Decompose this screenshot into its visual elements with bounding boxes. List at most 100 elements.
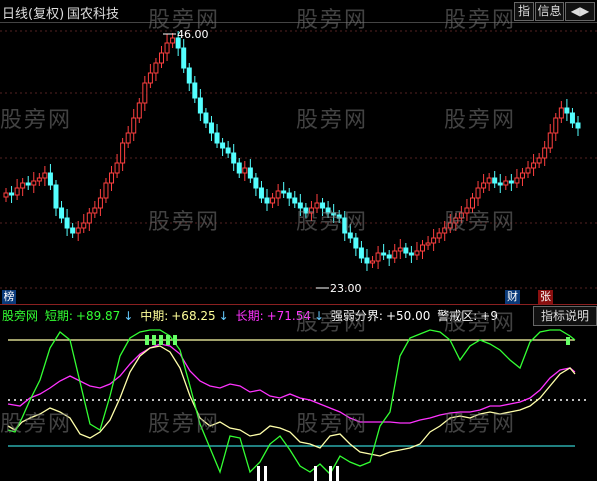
- candle-body: [25, 182, 31, 186]
- mid-term-label: 中期:: [140, 309, 169, 323]
- stock-name: 国农科技: [67, 7, 120, 22]
- candle-body: [3, 192, 9, 198]
- finance-badge[interactable]: 财: [505, 290, 520, 304]
- candle-body: [414, 250, 420, 256]
- down-arrow-icon: ↓: [218, 309, 229, 323]
- indicator-legend: 股旁网 短期: +89.87 ↓ 中期: +68.25 ↓ 长期: +71.54 ↓ 强弱分…: [2, 307, 501, 325]
- info-button[interactable]: 信息: [535, 2, 564, 21]
- candle-body: [536, 157, 542, 164]
- strength-divide-label: 强弱分界:: [330, 309, 383, 323]
- candle-body: [36, 177, 42, 182]
- candle-body: [503, 180, 509, 186]
- candle-body: [458, 212, 464, 219]
- candle-body: [181, 47, 187, 69]
- warning-zone-value: +9: [480, 309, 498, 323]
- candle-body: [486, 177, 492, 184]
- candle-body: [497, 182, 503, 186]
- candle-body: [314, 202, 320, 209]
- candle-body: [514, 177, 520, 184]
- candle-body: [347, 232, 353, 239]
- candle-body: [136, 102, 142, 119]
- candle-body: [408, 252, 414, 256]
- pane-divider[interactable]: [0, 304, 597, 305]
- candle-body: [525, 167, 531, 174]
- candle-body: [469, 197, 475, 209]
- candle-body: [403, 247, 409, 254]
- candle-body: [197, 97, 203, 114]
- candle-body: [436, 232, 442, 239]
- candle-body: [42, 172, 48, 179]
- candle-body: [142, 82, 148, 104]
- candle-body: [558, 107, 564, 119]
- candle-body: [431, 237, 437, 244]
- candle-body: [569, 112, 575, 124]
- long-term-label: 长期:: [235, 309, 264, 323]
- warning-zone-label: 警戒区:: [437, 309, 478, 323]
- candle-body: [192, 82, 198, 99]
- nav-arrows-button[interactable]: ◀▶: [565, 2, 595, 21]
- candle-body: [342, 217, 348, 234]
- candle-body: [286, 192, 292, 199]
- candle-body: [59, 207, 65, 219]
- candle-body: [331, 212, 337, 216]
- candle-body: [297, 202, 303, 209]
- low-signal-bars: [257, 466, 339, 481]
- candle-body: [170, 37, 176, 44]
- candle-body: [553, 117, 559, 134]
- candle-body: [92, 207, 98, 214]
- candle-body: [109, 172, 115, 184]
- candle-body: [253, 177, 259, 189]
- candle-body: [481, 182, 487, 189]
- candle-body: [208, 122, 214, 134]
- long-term-value: +71.54: [266, 309, 312, 323]
- price-chart[interactable]: 46.00 23.00: [0, 23, 597, 305]
- candle-body: [386, 254, 392, 259]
- candle-body: [103, 182, 109, 199]
- candle-body: [147, 72, 153, 84]
- long-term-line: [7, 343, 576, 424]
- candle-body: [397, 247, 403, 252]
- candle-body: [547, 132, 553, 149]
- candle-body: [153, 62, 159, 74]
- candle-body: [247, 167, 253, 179]
- candle-body: [214, 132, 220, 144]
- candle-body: [125, 132, 131, 144]
- candle-body: [542, 147, 548, 159]
- down-arrow-icon: ↓: [123, 309, 134, 323]
- candle-body: [258, 187, 264, 199]
- candle-body: [303, 207, 309, 214]
- down-arrow-icon: ↓: [314, 309, 325, 323]
- candle-body: [492, 177, 498, 184]
- indicator-chart[interactable]: [0, 326, 597, 481]
- candle-body: [158, 52, 164, 64]
- candle-body: [308, 207, 314, 214]
- candle-body: [220, 142, 226, 149]
- candle-body: [381, 252, 387, 256]
- limit-badge[interactable]: 张: [538, 290, 553, 304]
- candle-body: [358, 247, 364, 259]
- candle-body: [281, 190, 287, 194]
- candle-body: [320, 202, 326, 209]
- candle-body: [447, 222, 453, 229]
- candle-body: [420, 244, 426, 252]
- indicator-help-button[interactable]: 指标说明: [533, 306, 597, 326]
- indicator-button[interactable]: 指: [514, 2, 534, 21]
- candle-body: [75, 227, 81, 234]
- candle-body: [236, 162, 242, 174]
- candle-body: [64, 217, 70, 229]
- candlesticks: [3, 31, 581, 271]
- candle-body: [353, 237, 359, 249]
- candle-body: [575, 122, 581, 129]
- candle-body: [53, 184, 59, 209]
- candle-body: [20, 182, 26, 189]
- short-term-value: +89.87: [75, 309, 121, 323]
- candle-body: [475, 187, 481, 199]
- candle-body: [120, 142, 126, 164]
- candle-body: [86, 212, 92, 224]
- period-label[interactable]: 日线(复权): [2, 3, 64, 22]
- high-price-label: 46.00: [177, 28, 209, 41]
- candle-body: [186, 67, 192, 84]
- rank-badge[interactable]: 榜: [2, 290, 16, 304]
- candle-body: [531, 162, 537, 169]
- candle-body: [270, 197, 276, 204]
